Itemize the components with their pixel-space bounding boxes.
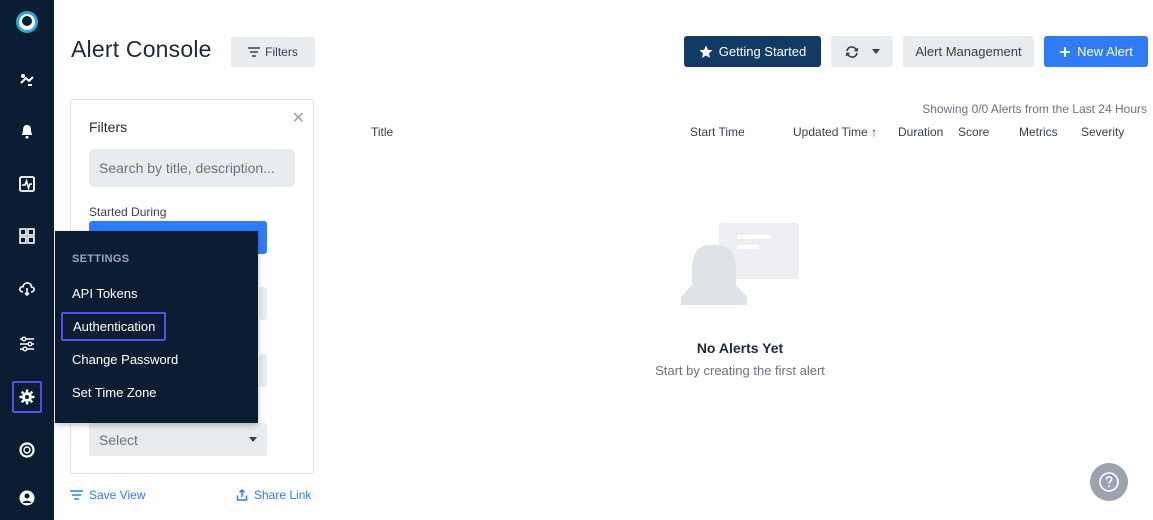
started-during-label: Started During bbox=[89, 205, 167, 219]
filters-panel-title: Filters bbox=[89, 119, 128, 135]
sort-arrow-icon: ↑ bbox=[871, 125, 878, 139]
nav-rail bbox=[0, 0, 54, 520]
plus-icon bbox=[1060, 46, 1071, 57]
settings-nav-item[interactable] bbox=[0, 377, 54, 417]
column-header-severity[interactable]: Severity bbox=[1081, 125, 1124, 139]
gear-icon[interactable] bbox=[12, 381, 42, 413]
chevron-down-icon bbox=[249, 437, 257, 442]
filters-toggle-label: Filters bbox=[265, 45, 298, 59]
share-link[interactable]: Share Link bbox=[236, 488, 311, 502]
new-alert-button[interactable]: New Alert bbox=[1044, 36, 1148, 67]
column-header-metrics[interactable]: Metrics bbox=[1019, 125, 1058, 139]
question-icon bbox=[1099, 472, 1119, 492]
sliders-icon[interactable] bbox=[0, 324, 54, 364]
share-icon bbox=[236, 489, 248, 501]
filter-icon bbox=[70, 490, 83, 500]
new-alert-label: New Alert bbox=[1077, 44, 1133, 59]
save-view-link[interactable]: Save View bbox=[70, 488, 145, 502]
page-title: Alert Console bbox=[71, 36, 212, 62]
dashboards-icon[interactable] bbox=[0, 216, 54, 256]
getting-started-button[interactable]: Getting Started bbox=[684, 36, 821, 67]
save-view-label: Save View bbox=[89, 488, 146, 502]
column-header-updated-time-label: Updated Time bbox=[793, 125, 868, 139]
filter-icon bbox=[248, 47, 261, 57]
menu-item-api-tokens[interactable]: API Tokens bbox=[72, 286, 138, 301]
getting-started-label: Getting Started bbox=[718, 44, 807, 59]
empty-state-title: No Alerts Yet bbox=[696, 340, 784, 356]
metrics-chart-icon[interactable] bbox=[0, 164, 54, 204]
refresh-icon bbox=[845, 45, 859, 58]
cloud-icon[interactable] bbox=[0, 268, 54, 308]
settings-flyout-menu: SETTINGS API Tokens Authentication Chang… bbox=[55, 231, 258, 423]
empty-state-subtitle: Start by creating the first alert bbox=[655, 363, 825, 378]
column-header-title[interactable]: Title bbox=[371, 125, 393, 139]
user-icon[interactable] bbox=[0, 478, 54, 518]
star-icon bbox=[699, 45, 713, 58]
alerts-summary: Showing 0/0 Alerts from the Last 24 Hour… bbox=[922, 102, 1147, 116]
filters-toggle-button[interactable]: Filters bbox=[231, 37, 315, 67]
integrations-icon[interactable] bbox=[0, 60, 54, 100]
filter-select[interactable]: Select bbox=[89, 423, 267, 456]
alerts-bell-icon[interactable] bbox=[0, 112, 54, 152]
close-icon[interactable]: ✕ bbox=[292, 108, 305, 128]
filter-select-value: Select bbox=[99, 431, 138, 448]
help-ring-icon[interactable] bbox=[0, 430, 54, 470]
empty-alerts-illustration bbox=[681, 223, 799, 305]
help-button[interactable] bbox=[1090, 463, 1128, 501]
alert-management-button[interactable]: Alert Management bbox=[903, 36, 1034, 67]
logo-icon[interactable] bbox=[0, 2, 54, 42]
column-header-start-time[interactable]: Start Time bbox=[690, 125, 745, 139]
filter-search-input[interactable] bbox=[89, 149, 295, 187]
filter-field[interactable] bbox=[259, 287, 267, 320]
refresh-button[interactable] bbox=[831, 36, 893, 67]
column-header-updated-time[interactable]: Updated Time ↑ bbox=[793, 125, 877, 139]
chevron-down-icon bbox=[872, 49, 880, 54]
column-header-duration[interactable]: Duration bbox=[898, 125, 943, 139]
menu-item-authentication[interactable]: Authentication bbox=[61, 312, 167, 341]
menu-item-set-time-zone[interactable]: Set Time Zone bbox=[72, 385, 157, 400]
settings-menu-header: SETTINGS bbox=[72, 253, 130, 265]
share-link-label: Share Link bbox=[254, 488, 312, 502]
column-header-score[interactable]: Score bbox=[958, 125, 989, 139]
menu-item-change-password[interactable]: Change Password bbox=[72, 352, 178, 367]
filter-field[interactable] bbox=[259, 354, 267, 387]
